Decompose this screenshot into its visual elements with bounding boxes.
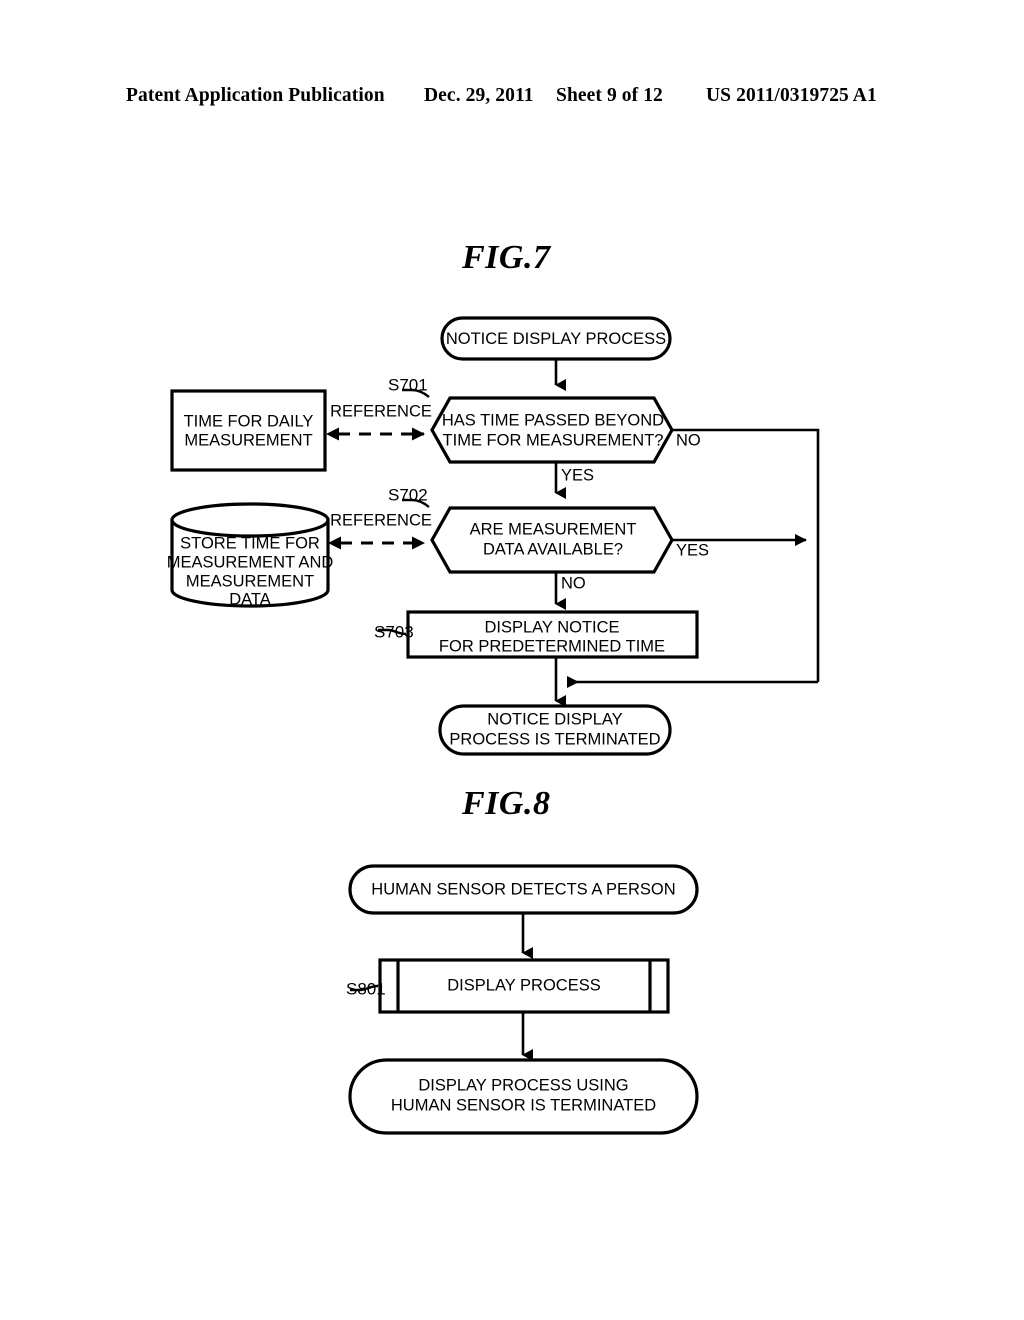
fig7-s701-line-2: TIME FOR MEASUREMENT?: [443, 431, 664, 449]
fig7-data-time-for-daily-measurement: TIME FOR DAILY MEASUREMENT: [170, 389, 327, 472]
fig7-process-s703: DISPLAY NOTICE FOR PREDETERMINED TIME S7…: [374, 610, 699, 659]
fig7-s701-line-1: HAS TIME PASSED BEYOND: [442, 411, 664, 429]
fig7-s702-yes-label: YES: [676, 541, 709, 559]
patent-page: Patent Application Publication Dec. 29, …: [0, 0, 1024, 1320]
fig7-data-time-line-2: MEASUREMENT: [184, 431, 312, 449]
fig7-db-line-2: MEASUREMENT AND: [167, 553, 334, 571]
fig7-s703-line-1: DISPLAY NOTICE: [484, 618, 619, 636]
fig7-end-line-2: PROCESS IS TERMINATED: [449, 730, 660, 748]
fig8-end-line-1: DISPLAY PROCESS USING: [418, 1076, 628, 1094]
fig7-db-line-3: MEASUREMENT: [186, 572, 314, 590]
fig7-s702-no-label: NO: [561, 574, 586, 592]
fig7-s701-step-label: S701: [388, 375, 428, 394]
fig8-end-line-2: HUMAN SENSOR IS TERMINATED: [391, 1096, 656, 1114]
fig7-reference-link-2: REFERENCE: [328, 511, 432, 550]
fig8-start-terminator: HUMAN SENSOR DETECTS A PERSON: [348, 864, 699, 915]
fig7-start-terminator: NOTICE DISPLAY PROCESS: [440, 316, 672, 361]
fig7-s701-no-label: NO: [676, 431, 701, 449]
fig7-reference-label-2: REFERENCE: [330, 511, 432, 529]
fig7-data-time-line-1: TIME FOR DAILY: [184, 412, 314, 430]
fig7-s702-step-label: S702: [388, 485, 428, 504]
fig7-end-line-1: NOTICE DISPLAY: [487, 710, 622, 728]
fig7-end-terminator: NOTICE DISPLAY PROCESS IS TERMINATED: [438, 704, 672, 756]
fig7-s702-line-1: ARE MEASUREMENT: [470, 520, 637, 538]
fig7-start-label: NOTICE DISPLAY PROCESS: [446, 330, 666, 348]
fig8-predefined-process-s801: DISPLAY PROCESS S801: [346, 958, 670, 1014]
fig8-s801-step-label: S801: [346, 979, 386, 998]
figure-7-group: NOTICE DISPLAY PROCESS TIME FOR DAILY ME…: [167, 316, 820, 756]
fig7-database-store-measurement: STORE TIME FOR MEASUREMENT AND MEASUREME…: [167, 502, 334, 608]
figure-8-group: HUMAN SENSOR DETECTS A PERSON DISPLAY PR…: [346, 864, 699, 1135]
fig7-db-line-4: DATA: [229, 590, 271, 608]
fig7-s701-yes-label: YES: [561, 466, 594, 484]
flowchart-canvas: NOTICE DISPLAY PROCESS TIME FOR DAILY ME…: [167, 316, 820, 1135]
fig7-s702-line-2: DATA AVAILABLE?: [483, 540, 623, 558]
fig7-reference-link-1: REFERENCE: [326, 402, 432, 441]
fig8-s801-label: DISPLAY PROCESS: [447, 976, 600, 994]
fig7-s703-step-label: S703: [374, 622, 414, 641]
fig8-start-label: HUMAN SENSOR DETECTS A PERSON: [371, 880, 675, 898]
fig8-end-terminator: DISPLAY PROCESS USING HUMAN SENSOR IS TE…: [348, 1058, 699, 1135]
fig7-s703-line-2: FOR PREDETERMINED TIME: [439, 637, 665, 655]
fig7-db-line-1: STORE TIME FOR: [180, 534, 320, 552]
fig7-reference-label-1: REFERENCE: [330, 402, 432, 420]
